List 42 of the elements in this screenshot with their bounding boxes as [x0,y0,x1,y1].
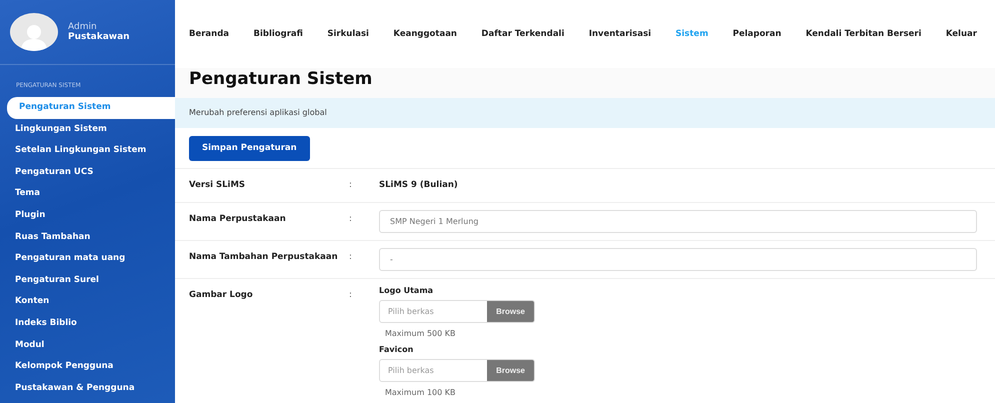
upload-title: Favicon [379,344,414,354]
sidebar-item[interactable]: Pustakawan & Pengguna [0,378,175,400]
page-title: Pengaturan Sistem [175,68,995,98]
sidebar-item[interactable]: Modul [0,334,175,356]
separator: : [349,288,353,302]
sidebar-item[interactable]: Kelompok Pengguna [0,356,175,378]
size-hint: Maximum 500 KB [385,328,457,338]
nav-link[interactable]: Sirkulasi [327,29,369,39]
field-label: Nama Tambahan Perpustakaan [189,250,339,264]
nav-link[interactable]: Inventarisasi [588,29,652,39]
nav-link[interactable]: Keluar [946,29,977,39]
nav-link[interactable]: Kendali Terbitan Berseri [806,29,922,39]
sidebar-item[interactable]: Plugin [0,204,175,227]
user-role: Admin [68,22,98,32]
nav-link[interactable]: Bibliografi [253,29,303,39]
sidebar-item[interactable]: Ruas Tambahan [0,226,175,248]
sidebar-item[interactable]: Setelan Lingkungan Sistem [0,140,175,162]
separator: : [349,178,353,192]
separator: : [349,250,353,264]
sidebar-item[interactable]: Tema [0,183,175,205]
nav-link[interactable]: Pelaporan [732,29,782,39]
info-bar: Merubah preferensi aplikasi global [175,98,995,128]
sidebar-item[interactable]: Pengaturan mata uang [0,248,175,270]
nav-link[interactable]: Beranda [189,29,230,39]
sidebar-item[interactable]: Pengaturan Surel [0,270,175,292]
input-field[interactable]: SMP Negeri 1 Merlung [379,210,977,232]
nav-link[interactable]: Keanggotaan [393,29,457,39]
nav-link[interactable]: Daftar Terkendali [481,29,564,39]
input-field[interactable]: - [379,248,977,270]
size-hint: Maximum 100 KB [385,388,457,396]
upload-title: Logo Utama [379,286,434,294]
sidebar-item[interactable]: Pengaturan UCS [0,162,175,184]
field-label: Nama Perpustakaan [189,212,287,226]
save-settings-button[interactable]: Simpan Pengaturan [189,136,310,160]
sidebar-item[interactable]: Indeks Biblio [0,312,175,335]
sidebar-item[interactable]: Konten [0,291,175,313]
sidebar-item[interactable]: Lingkungan Sistem [0,118,175,140]
field-value: SLiMS 9 (Bulian) [379,178,459,192]
user-name: Pustakawan [68,32,130,42]
field-label: Gambar Logo [189,288,254,302]
separator: : [349,212,353,226]
field-label: Versi SLiMS [189,178,246,192]
